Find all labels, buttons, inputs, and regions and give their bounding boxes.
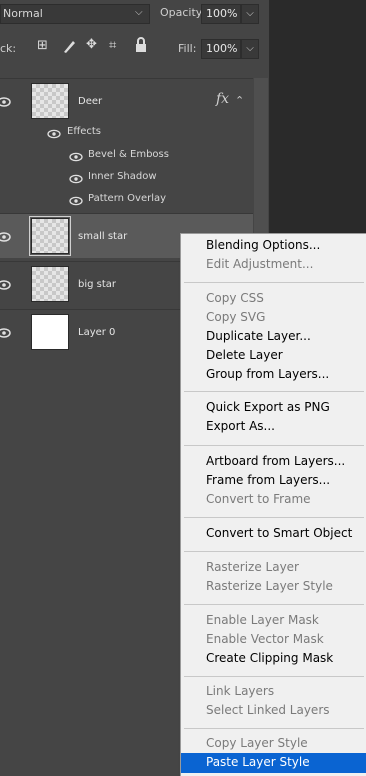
layer-thumbnail [31,314,69,350]
layer-thumbnail [31,266,69,302]
menu-separator [184,728,364,729]
opacity-dropdown-button[interactable]: ⌵ [241,4,259,24]
layer-row-deer[interactable]: Deer fx ⌃ [0,78,253,123]
effect-label: Bevel & Emboss [88,149,169,160]
photoshop-layers-window: Normal ⌵ Opacity: 100% ⌵ ck: ⊞ ✥ ⌗ Fill:… [0,0,366,776]
layer-context-menu: Blending Options... Edit Adjustment... C… [180,233,366,776]
menu-separator [184,551,364,552]
blend-mode-value: Normal [3,7,43,20]
menu-item-create-clipping-mask[interactable]: Create Clipping Mask [181,649,366,669]
menu-item-convert-to-frame[interactable]: Convert to Frame [181,490,366,510]
blend-row: Normal ⌵ Opacity: 100% ⌵ [0,0,269,28]
menu-item-convert-to-smart-object[interactable]: Convert to Smart Object [181,524,366,544]
lock-label: ck: [0,42,17,55]
menu-item-export-as[interactable]: Export As... [181,417,366,437]
menu-item-rasterize-layer[interactable]: Rasterize Layer [181,558,366,578]
layers-scrollbar[interactable] [254,78,268,258]
blend-mode-select[interactable]: Normal ⌵ [0,4,150,24]
menu-separator [184,517,364,518]
menu-item-delete-layer[interactable]: Delete Layer [181,346,366,366]
menu-item-group-from-layers[interactable]: Group from Layers... [181,365,366,385]
fx-icon[interactable]: fx [216,91,229,107]
menu-item-copy-css[interactable]: Copy CSS [181,289,366,309]
menu-item-artboard-from-layers[interactable]: Artboard from Layers... [181,452,366,472]
menu-item-paste-layer-style[interactable]: Paste Layer Style [181,753,366,773]
eye-icon[interactable] [69,196,83,206]
menu-item-enable-layer-mask[interactable]: Enable Layer Mask [181,611,366,631]
eye-icon[interactable] [47,129,61,139]
lock-transparent-pixels-icon[interactable]: ⊞ [37,38,48,53]
layer-name: Deer [78,96,103,107]
menu-separator [184,282,364,283]
eye-icon[interactable] [0,279,12,291]
menu-item-link-layers[interactable]: Link Layers [181,682,366,702]
menu-item-rasterize-layer-style[interactable]: Rasterize Layer Style [181,577,366,597]
menu-item-edit-adjustment[interactable]: Edit Adjustment... [181,255,366,275]
lock-image-pixels-icon[interactable] [61,38,77,58]
menu-item-copy-layer-style[interactable]: Copy Layer Style [181,734,366,754]
chevron-up-icon[interactable]: ⌃ [235,94,244,107]
menu-item-frame-from-layers[interactable]: Frame from Layers... [181,471,366,491]
eye-icon[interactable] [0,327,12,339]
eye-icon[interactable] [69,174,83,184]
opacity-label: Opacity: [160,6,206,19]
menu-item-blending-options[interactable]: Blending Options... [181,236,366,256]
layer-name: small star [78,231,128,242]
effect-label: Inner Shadow [88,171,157,182]
opacity-value: 100% [206,7,238,20]
fill-input[interactable]: 100% [201,39,241,59]
menu-item-copy-svg[interactable]: Copy SVG [181,308,366,328]
chevron-down-icon: ⌵ [135,7,143,18]
effect-label: Pattern Overlay [88,193,167,204]
fill-label: Fill: [178,42,197,55]
menu-separator [184,391,364,392]
lock-all-icon[interactable] [134,37,148,57]
layer-thumbnail [31,83,69,119]
menu-item-duplicate-layer[interactable]: Duplicate Layer... [181,327,366,347]
menu-item-quick-export-png[interactable]: Quick Export as PNG [181,398,366,418]
fill-dropdown-button[interactable]: ⌵ [241,39,259,59]
lock-row: ck: ⊞ ✥ ⌗ Fill: 100% ⌵ [0,34,269,62]
menu-separator [184,604,364,605]
eye-icon[interactable] [0,96,12,108]
opacity-input[interactable]: 100% [201,4,241,24]
layer-name: Layer 0 [78,327,116,338]
artboard-lock-icon[interactable]: ⌗ [109,38,116,53]
eye-icon[interactable] [69,152,83,162]
menu-item-select-linked-layers[interactable]: Select Linked Layers [181,701,366,721]
menu-separator [184,445,364,446]
layer-name: big star [78,279,117,290]
eye-icon[interactable] [0,231,12,243]
effects-label: Effects [67,126,101,137]
fill-value: 100% [206,42,238,55]
layer-thumbnail [29,216,71,256]
lock-position-icon[interactable]: ✥ [86,37,97,52]
menu-separator [184,676,364,677]
menu-item-enable-vector-mask[interactable]: Enable Vector Mask [181,630,366,650]
